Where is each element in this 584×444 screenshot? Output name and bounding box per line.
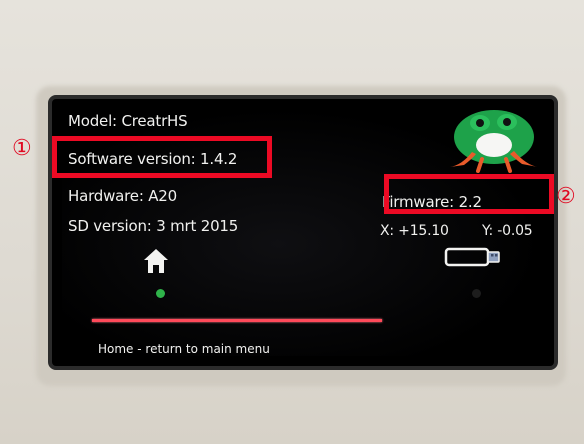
y-coordinate-readout: Y: -0.05 [482, 223, 533, 239]
annotation-marker-1: ① [12, 136, 32, 161]
hardware-label: Hardware: A20 [68, 187, 177, 205]
annotation-marker-2: ② [556, 184, 576, 209]
home-icon[interactable] [142, 247, 170, 275]
annotation-box-software-version [52, 136, 272, 178]
model-label: Model: CreatrHS [68, 112, 188, 130]
x-coordinate-readout: X: +15.10 [380, 223, 449, 239]
home-status-dot [156, 289, 165, 298]
usb-status-dot [472, 289, 481, 298]
frog-logo-icon [450, 110, 538, 173]
progress-bar [92, 319, 382, 322]
usb-drive-icon[interactable] [444, 245, 502, 269]
footer-hint: Home - return to main menu [98, 342, 270, 356]
sd-version-label: SD version: 3 mrt 2015 [68, 217, 239, 235]
annotation-box-firmware [384, 174, 554, 214]
